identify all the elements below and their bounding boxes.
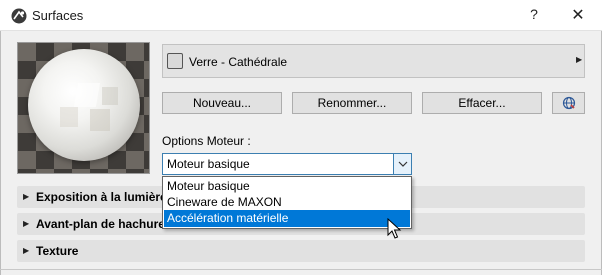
dropdown-option-basic-engine[interactable]: Moteur basique bbox=[164, 178, 410, 195]
sphere-facet bbox=[60, 107, 78, 127]
chevron-down-icon bbox=[398, 161, 408, 167]
new-button[interactable]: Nouveau... bbox=[162, 92, 282, 114]
rename-button[interactable]: Renommer... bbox=[292, 92, 412, 114]
section-label: Exposition à la lumière bbox=[36, 190, 167, 204]
engine-dropdown-list: Moteur basique Cineware de MAXON Accélér… bbox=[162, 176, 412, 229]
material-swatch bbox=[167, 53, 183, 69]
material-name: Verre - Cathédrale bbox=[189, 55, 288, 69]
sphere-facet bbox=[102, 87, 118, 105]
expand-arrow-icon: ▶ bbox=[23, 219, 30, 228]
engine-selected-value: Moteur basique bbox=[167, 157, 250, 171]
section-label: Avant-plan de hachure d bbox=[36, 217, 176, 231]
mouse-pointer-icon bbox=[387, 218, 402, 239]
delete-button[interactable]: Effacer... bbox=[422, 92, 542, 114]
globe-button[interactable] bbox=[552, 92, 585, 114]
title-bar: Surfaces ? ✕ bbox=[0, 0, 602, 31]
section-label: Texture bbox=[36, 244, 79, 258]
dropdown-option-cineware[interactable]: Cineware de MAXON bbox=[164, 194, 410, 211]
close-button[interactable]: ✕ bbox=[568, 5, 588, 25]
expand-arrow-icon: ▶ bbox=[23, 192, 30, 201]
dropdown-option-hardware-acceleration[interactable]: Accélération matérielle bbox=[164, 210, 410, 227]
sphere-facet bbox=[73, 83, 101, 107]
window-title: Surfaces bbox=[32, 8, 84, 23]
globe-icon bbox=[562, 96, 575, 110]
sphere-facet bbox=[90, 109, 110, 131]
section-texture[interactable]: ▶ Texture bbox=[17, 240, 585, 262]
preview-sphere bbox=[28, 49, 140, 161]
expand-arrow-icon: ▶ bbox=[23, 246, 30, 255]
engine-options-label: Options Moteur : bbox=[162, 134, 251, 148]
archicad-logo-icon bbox=[11, 8, 27, 24]
divider bbox=[0, 269, 602, 270]
engine-dropdown-button[interactable] bbox=[393, 154, 411, 174]
help-button[interactable]: ? bbox=[526, 6, 542, 26]
chevron-right-icon: ▶ bbox=[576, 55, 583, 64]
material-preview bbox=[17, 42, 150, 174]
